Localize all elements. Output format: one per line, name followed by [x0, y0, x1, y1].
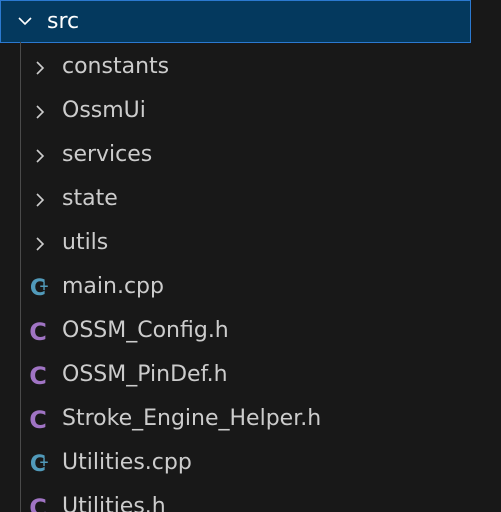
tree-item-label: OSSM_Config.h	[62, 318, 229, 343]
c-header-file-icon: C	[29, 406, 47, 434]
chevron-right-icon[interactable]	[30, 190, 50, 210]
tree-item-label: Utilities.cpp	[62, 450, 192, 475]
tree-item-utils[interactable]: utils	[0, 222, 469, 266]
chevron-right-icon[interactable]	[30, 102, 50, 122]
tree-item-label: utils	[62, 230, 109, 255]
tree-item-label: constants	[62, 54, 170, 79]
tree-item-label: OssmUi	[62, 98, 146, 123]
file-explorer: src constants OssmUi services state util…	[0, 0, 501, 512]
tree-item-label: OSSM_PinDef.h	[62, 362, 228, 387]
tree-item-utilities-cpp[interactable]: C + Utilities.cpp	[0, 442, 469, 486]
tree-item-label: services	[62, 142, 153, 167]
tree-item-utilities-h[interactable]: C Utilities.h	[0, 486, 469, 512]
tree-item-label: state	[62, 186, 118, 211]
cpp-file-icon: C +	[29, 275, 50, 301]
tree-item-ossm-config-h[interactable]: C OSSM_Config.h	[0, 310, 469, 354]
chevron-right-icon[interactable]	[30, 58, 50, 78]
c-header-file-icon: C	[29, 362, 47, 390]
chevron-down-icon[interactable]	[15, 11, 35, 31]
tree-item-ossm-pindef-h[interactable]: C OSSM_PinDef.h	[0, 354, 469, 398]
tree-item-label: main.cpp	[62, 274, 164, 299]
cpp-file-icon: C +	[29, 451, 50, 477]
folder-src[interactable]: src	[0, 0, 471, 43]
folder-label: src	[47, 9, 80, 34]
tree-item-ossmui[interactable]: OssmUi	[0, 90, 469, 134]
c-header-file-icon: C	[29, 318, 47, 346]
tree-item-main-cpp[interactable]: C + main.cpp	[0, 266, 469, 310]
tree-item-stroke-engine-helper-h[interactable]: C Stroke_Engine_Helper.h	[0, 398, 469, 442]
c-header-file-icon: C	[29, 494, 47, 512]
chevron-right-icon[interactable]	[30, 234, 50, 254]
tree-item-label: Utilities.h	[62, 494, 166, 512]
tree-item-services[interactable]: services	[0, 134, 469, 178]
chevron-right-icon[interactable]	[30, 146, 50, 166]
tree-item-state[interactable]: state	[0, 178, 469, 222]
tree-item-constants[interactable]: constants	[0, 46, 469, 90]
tree-item-label: Stroke_Engine_Helper.h	[62, 406, 322, 431]
